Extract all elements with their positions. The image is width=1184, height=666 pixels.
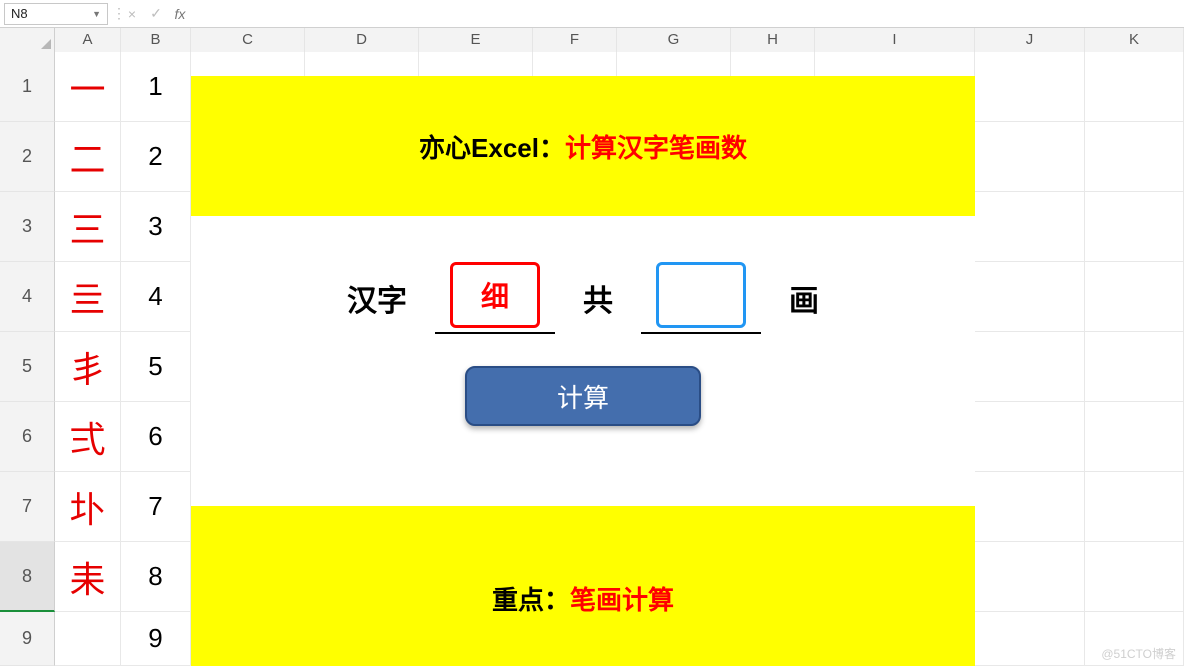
banner-top-prefix: 亦心Excel： — [419, 128, 565, 165]
row-header-9[interactable]: 9 — [0, 612, 55, 666]
calculate-button[interactable]: 计算 — [465, 366, 701, 426]
cell-J3[interactable] — [975, 192, 1085, 261]
cell-B4[interactable]: 4 — [121, 262, 191, 331]
result-box[interactable] — [656, 262, 746, 328]
cell-A3[interactable]: 三 — [55, 192, 121, 261]
row-header-5[interactable]: 5 — [0, 332, 55, 402]
banner-bottom: 重点： 笔画计算 — [191, 506, 975, 666]
banner-bottom-highlight: 笔画计算 — [570, 580, 674, 617]
cell-J6[interactable] — [975, 402, 1085, 471]
col-header-E[interactable]: E — [419, 28, 533, 52]
col-header-C[interactable]: C — [191, 28, 305, 52]
formula-input[interactable] — [192, 3, 1184, 25]
col-header-D[interactable]: D — [305, 28, 419, 52]
col-header-I[interactable]: I — [815, 28, 975, 52]
cell-A1[interactable]: 一 — [55, 52, 121, 121]
col-header-F[interactable]: F — [533, 28, 617, 52]
char-input-wrap: 细 — [435, 262, 555, 334]
separator-icon: ⋮ — [112, 5, 120, 22]
cell-B8[interactable]: 8 — [121, 542, 191, 611]
col-header-G[interactable]: G — [617, 28, 731, 52]
grid-body: 123456789 一1二2三3亖4丯5弍6圤7耒89 亦心Excel： 计算汉… — [0, 52, 1184, 666]
demo-overlay: 亦心Excel： 计算汉字笔画数 汉字 细 共 画 — [191, 76, 975, 666]
name-box[interactable]: N8 ▼ — [4, 3, 108, 25]
banner-bottom-prefix: 重点： — [492, 580, 570, 617]
name-box-value: N8 — [11, 6, 92, 21]
cell-K8[interactable] — [1085, 542, 1184, 611]
cell-B5[interactable]: 5 — [121, 332, 191, 401]
banner-top-highlight: 计算汉字笔画数 — [565, 128, 747, 165]
underline-icon — [641, 332, 761, 334]
cell-J8[interactable] — [975, 542, 1085, 611]
cell-A5[interactable]: 丯 — [55, 332, 121, 401]
column-headers: A B C D E F G H I J K — [0, 28, 1184, 52]
result-input-wrap — [641, 262, 761, 334]
cell-A4[interactable]: 亖 — [55, 262, 121, 331]
row-header-6[interactable]: 6 — [0, 402, 55, 472]
cell-J9[interactable] — [975, 612, 1085, 665]
col-header-A[interactable]: A — [55, 28, 121, 52]
cancel-icon[interactable]: × — [120, 6, 144, 22]
cell-K3[interactable] — [1085, 192, 1184, 261]
cell-A8[interactable]: 耒 — [55, 542, 121, 611]
underline-icon — [435, 332, 555, 334]
label-gong: 共 — [583, 276, 613, 320]
row-header-4[interactable]: 4 — [0, 262, 55, 332]
cell-K4[interactable] — [1085, 262, 1184, 331]
row-headers: 123456789 — [0, 52, 55, 666]
spreadsheet-grid: A B C D E F G H I J K 123456789 一1二2三3亖4… — [0, 28, 1184, 666]
cell-J4[interactable] — [975, 262, 1085, 331]
cell-A7[interactable]: 圤 — [55, 472, 121, 541]
cell-J2[interactable] — [975, 122, 1085, 191]
calculate-button-label: 计算 — [557, 378, 609, 415]
cell-A9[interactable] — [55, 612, 121, 665]
banner-top: 亦心Excel： 计算汉字笔画数 — [191, 76, 975, 216]
cell-K2[interactable] — [1085, 122, 1184, 191]
col-header-B[interactable]: B — [121, 28, 191, 52]
cell-J5[interactable] — [975, 332, 1085, 401]
formula-bar: N8 ▼ ⋮ × ✓ fx — [0, 0, 1184, 28]
enter-icon[interactable]: ✓ — [144, 5, 168, 22]
cell-B9[interactable]: 9 — [121, 612, 191, 665]
label-hanzi: 汉字 — [347, 276, 407, 320]
cell-A6[interactable]: 弍 — [55, 402, 121, 471]
cell-J1[interactable] — [975, 52, 1085, 121]
cell-B1[interactable]: 1 — [121, 52, 191, 121]
fx-icon[interactable]: fx — [168, 6, 192, 22]
cell-B7[interactable]: 7 — [121, 472, 191, 541]
watermark: @51CTO博客 — [1101, 645, 1176, 662]
cell-B6[interactable]: 6 — [121, 402, 191, 471]
cell-K1[interactable] — [1085, 52, 1184, 121]
col-header-J[interactable]: J — [975, 28, 1085, 52]
label-hua: 画 — [789, 276, 819, 320]
cell-K5[interactable] — [1085, 332, 1184, 401]
row-header-3[interactable]: 3 — [0, 192, 55, 262]
char-input-value: 细 — [481, 275, 509, 315]
form-line: 汉字 细 共 画 — [191, 262, 975, 334]
select-all-triangle[interactable] — [0, 28, 55, 52]
row-header-8[interactable]: 8 — [0, 542, 55, 612]
cell-K7[interactable] — [1085, 472, 1184, 541]
cell-B2[interactable]: 2 — [121, 122, 191, 191]
row-header-2[interactable]: 2 — [0, 122, 55, 192]
cell-A2[interactable]: 二 — [55, 122, 121, 191]
row-header-7[interactable]: 7 — [0, 472, 55, 542]
col-header-K[interactable]: K — [1085, 28, 1184, 52]
row-header-1[interactable]: 1 — [0, 52, 55, 122]
char-input-box[interactable]: 细 — [450, 262, 540, 328]
form-area: 汉字 细 共 画 计算 — [191, 216, 975, 506]
chevron-down-icon[interactable]: ▼ — [92, 9, 101, 19]
cell-K6[interactable] — [1085, 402, 1184, 471]
cell-B3[interactable]: 3 — [121, 192, 191, 261]
col-header-H[interactable]: H — [731, 28, 815, 52]
cell-J7[interactable] — [975, 472, 1085, 541]
